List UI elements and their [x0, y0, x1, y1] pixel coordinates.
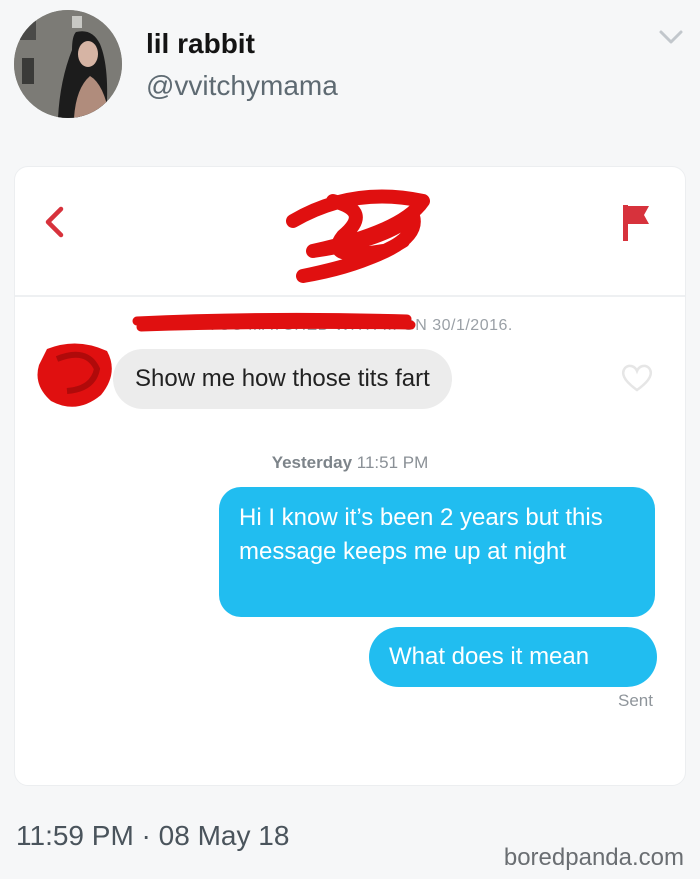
redaction-scribble — [286, 189, 430, 283]
display-name[interactable]: lil rabbit — [146, 28, 255, 60]
embedded-screenshot: YOU MATCHED WITH ... ON 30/1/2016. Show … — [14, 166, 686, 786]
outgoing-message: What does it mean — [369, 627, 657, 687]
sent-status: Sent — [618, 691, 653, 710]
chevron-down-icon[interactable] — [658, 28, 684, 46]
divider — [15, 295, 685, 297]
incoming-message: Show me how those tits fart — [113, 349, 452, 409]
timestamp-day: Yesterday — [271, 453, 353, 472]
heart-icon[interactable] — [619, 363, 655, 393]
back-chevron-icon[interactable] — [41, 205, 67, 239]
tweet-timestamp[interactable]: 11:59 PM · 08 May 18 — [16, 820, 289, 852]
message-timestamp: Yesterday 11:51 PM — [15, 453, 685, 473]
flag-icon[interactable] — [621, 203, 651, 243]
timestamp-time: 11:51 PM — [356, 453, 429, 472]
watermark: boredpanda.com — [503, 844, 684, 871]
outgoing-message: Hi I know it’s been 2 years but this mes… — [219, 487, 655, 617]
avatar-image — [14, 10, 122, 118]
redacted-avatar — [37, 343, 112, 407]
redaction-scribble — [132, 312, 416, 332]
avatar[interactable] — [14, 10, 122, 118]
handle[interactable]: @vvitchymama — [146, 70, 338, 102]
tweet: lil rabbit @vvitchymama YOU MATCHED WITH… — [0, 0, 700, 879]
